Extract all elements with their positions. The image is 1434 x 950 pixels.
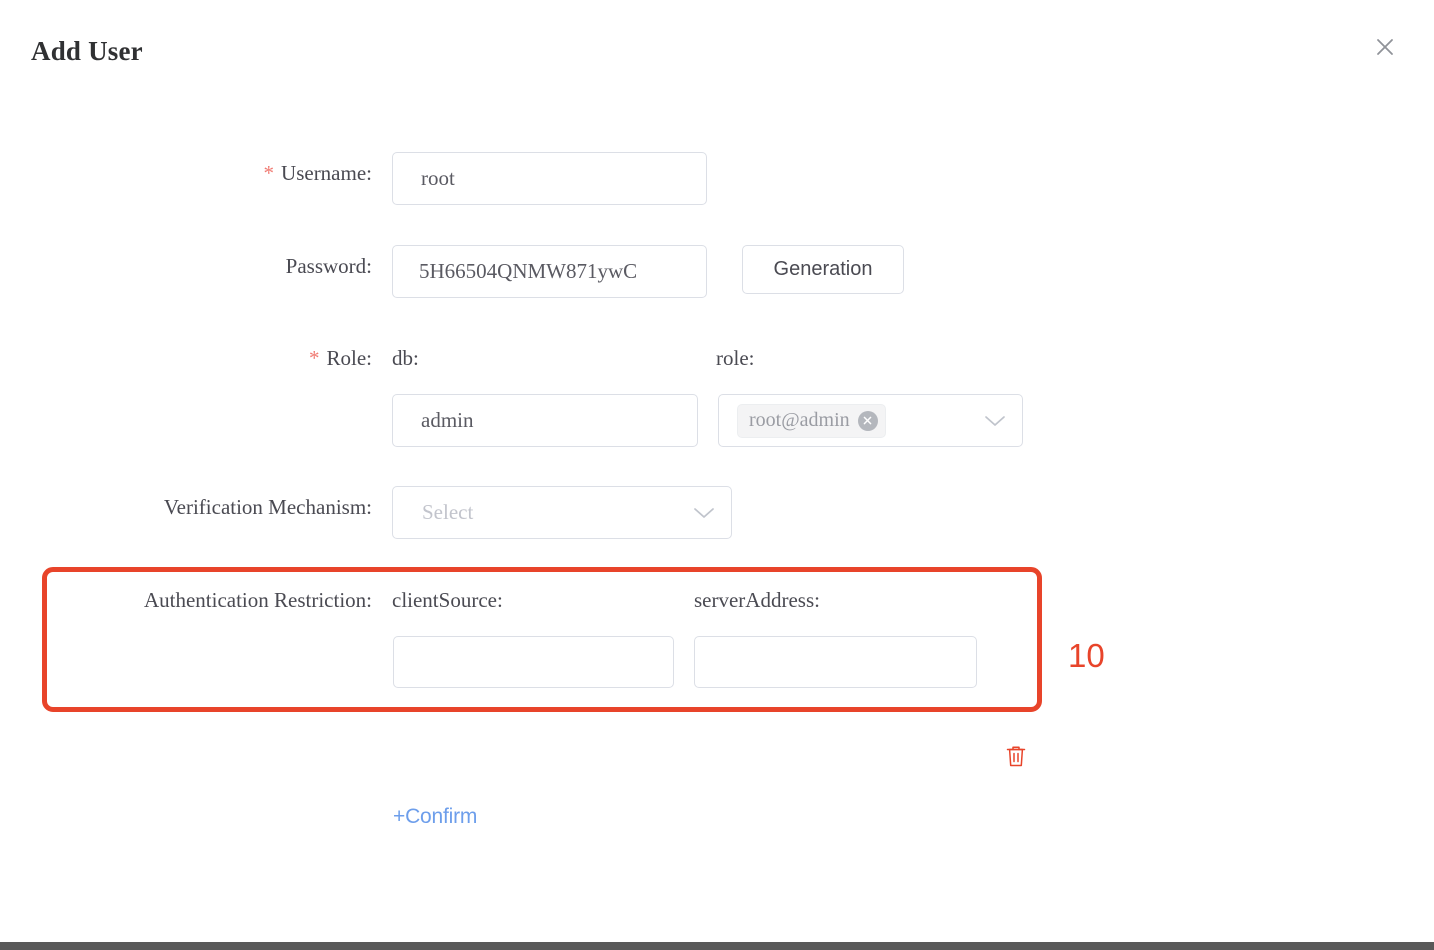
close-icon[interactable] (1372, 34, 1398, 60)
password-input[interactable]: 5H66504QNMW871ywC (392, 245, 707, 298)
add-authentication-restriction-link[interactable]: +Confirm (393, 805, 477, 829)
verification-mechanism-placeholder: Select (393, 500, 473, 525)
client-source-sub-label: clientSource: (392, 588, 503, 613)
role-tag: root@admin (737, 404, 886, 438)
generate-password-button[interactable]: Generation (742, 245, 904, 294)
close-circle-icon[interactable] (858, 411, 878, 431)
trash-icon[interactable] (1005, 743, 1027, 769)
role-role-select[interactable]: root@admin (718, 394, 1023, 447)
username-input[interactable]: root (392, 152, 707, 205)
dialog-header: Add User (0, 0, 1434, 95)
server-address-sub-label: serverAddress: (694, 588, 820, 613)
password-label: Password: (250, 254, 372, 279)
client-source-input[interactable] (393, 636, 674, 688)
server-address-input[interactable] (694, 636, 977, 688)
required-asterisk: * (264, 161, 275, 185)
verification-mechanism-select[interactable]: Select (392, 486, 732, 539)
role-label-text: Role: (327, 346, 373, 370)
dialog-footer: Cancel Confirm (0, 835, 1434, 942)
chevron-down-icon[interactable] (984, 414, 1006, 428)
required-asterisk: * (309, 346, 320, 370)
verification-mechanism-label: Verification Mechanism: (99, 495, 372, 520)
page-title: Add User (31, 36, 143, 67)
role-role-sub-label: role: (716, 346, 754, 371)
form-body: *Username: root Password: 5H66504QNMW871… (0, 95, 1434, 835)
role-db-input[interactable]: admin (392, 394, 698, 447)
role-db-sub-label: db: (392, 346, 419, 371)
role-label: * Role: (290, 346, 372, 371)
username-label-text: Username: (281, 161, 372, 185)
role-tag-label: root@admin (749, 409, 850, 432)
add-user-dialog: Add User *Username: root Password: 5H665… (0, 0, 1434, 942)
chevron-down-icon[interactable] (693, 506, 715, 520)
authentication-restriction-label: Authentication Restriction: (66, 588, 372, 613)
page-bottom-edge (0, 942, 1434, 950)
username-label: *Username: (232, 161, 372, 186)
annotation-step-number: 10 (1068, 637, 1105, 675)
